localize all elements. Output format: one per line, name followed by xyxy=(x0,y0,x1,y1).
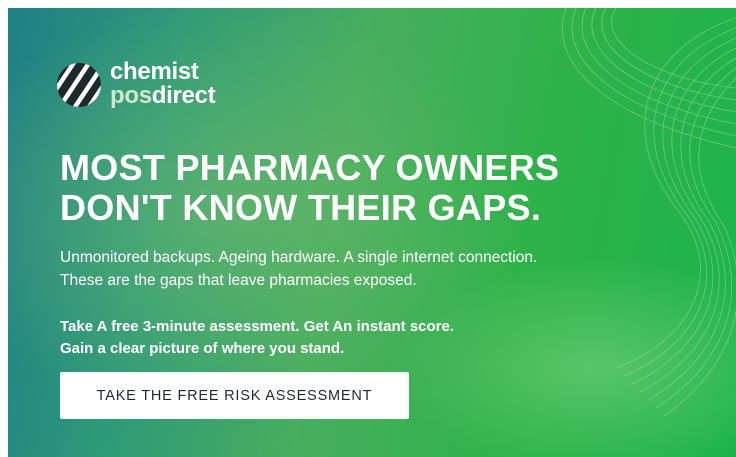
offer-line-2: Gain a clear picture of where you stand. xyxy=(60,340,345,357)
subheading: Unmonitored backups. Ageing hardware. A … xyxy=(60,246,700,292)
offer-text: Take A free 3-minute assessment. Get An … xyxy=(60,316,700,360)
headline-line-2: DON'T KNOW THEIR GAPS. xyxy=(60,187,542,228)
logo-word-direct: direct xyxy=(151,82,216,109)
striped-globe-logo-icon xyxy=(57,63,101,107)
headline: MOST PHARMACY OWNERS DON'T KNOW THEIR GA… xyxy=(60,148,700,228)
promo-banner: chemist posdirect MOST PHARMACY OWNERS D… xyxy=(8,8,736,457)
brand-logo[interactable]: chemist posdirect xyxy=(54,58,234,114)
logo-word-posdirect: posdirect xyxy=(110,82,216,110)
offer-line-1: Take A free 3-minute assessment. Get An … xyxy=(60,318,455,335)
subheading-line-1: Unmonitored backups. Ageing hardware. A … xyxy=(60,249,538,266)
take-risk-assessment-button[interactable]: TAKE THE FREE RISK ASSESSMENT xyxy=(60,372,409,419)
logo-word-pos: pos xyxy=(110,82,152,109)
subheading-line-2: These are the gaps that leave pharmacies… xyxy=(60,272,417,289)
headline-line-1: MOST PHARMACY OWNERS xyxy=(60,147,560,188)
